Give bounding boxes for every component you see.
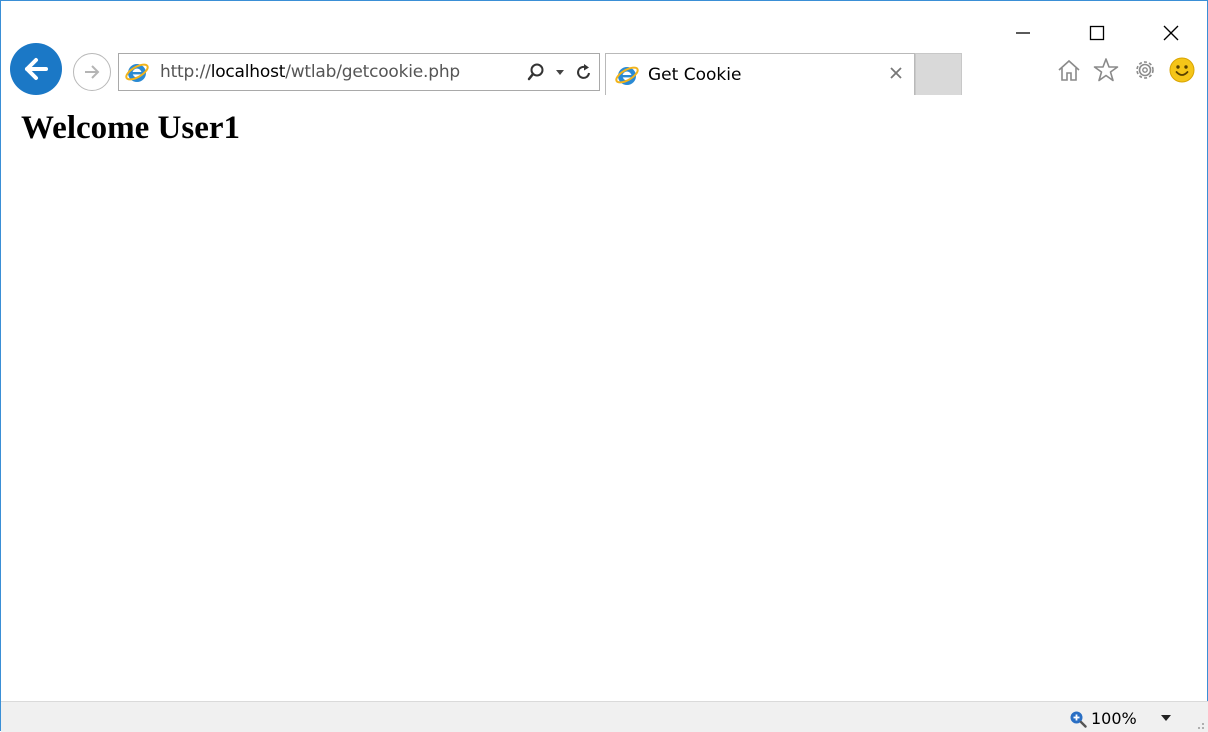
tab-title: Get Cookie xyxy=(648,64,742,85)
url-path: /wtlab/getcookie.php xyxy=(285,62,461,82)
minimize-icon xyxy=(1016,32,1030,34)
settings-gear-icon xyxy=(1136,61,1154,79)
dropdown-icon[interactable] xyxy=(555,67,565,77)
tab-get-cookie[interactable]: Get Cookie xyxy=(605,53,915,95)
url-host: localhost xyxy=(210,62,286,82)
search-icon[interactable] xyxy=(527,62,545,82)
close-tab-button[interactable] xyxy=(886,63,906,83)
new-tab-button[interactable] xyxy=(915,53,962,95)
favorites-star-icon xyxy=(1093,58,1119,82)
maximize-button[interactable] xyxy=(1077,15,1117,51)
forward-arrow-icon xyxy=(85,65,100,79)
maximize-icon xyxy=(1089,25,1105,41)
home-button[interactable] xyxy=(1054,55,1084,85)
back-button[interactable] xyxy=(10,43,62,95)
page-content: Welcome User1 xyxy=(2,96,1207,701)
close-tab-icon xyxy=(890,67,902,79)
close-window-button[interactable] xyxy=(1151,15,1191,51)
ie-logo-icon xyxy=(125,63,149,82)
ie-logo-icon xyxy=(615,66,639,85)
feedback-button[interactable] xyxy=(1167,55,1197,85)
zoom-dropdown-icon[interactable] xyxy=(1159,713,1173,723)
address-bar[interactable]: http://localhost/wtlab/getcookie.php xyxy=(118,53,600,91)
settings-button[interactable] xyxy=(1130,55,1160,85)
zoom-level: 100% xyxy=(1091,709,1137,728)
zoom-icon xyxy=(1070,711,1087,728)
close-icon xyxy=(1163,25,1179,41)
url-scheme: http:// xyxy=(160,62,211,82)
forward-button[interactable] xyxy=(73,53,111,91)
refresh-icon[interactable] xyxy=(575,62,593,82)
minimize-button[interactable] xyxy=(1003,15,1043,51)
feedback-smiley-icon xyxy=(1169,57,1195,83)
status-bar: 100% xyxy=(1,701,1208,732)
resize-grip-icon[interactable] xyxy=(1193,718,1205,730)
url-text[interactable]: http://localhost/wtlab/getcookie.php xyxy=(160,62,460,82)
zoom-control[interactable]: 100% xyxy=(1069,709,1137,728)
browser-window: http://localhost/wtlab/getcookie.php Get… xyxy=(0,0,1208,732)
address-tools xyxy=(527,54,593,90)
page-heading: Welcome User1 xyxy=(21,110,240,146)
back-arrow-icon xyxy=(25,58,48,80)
home-icon xyxy=(1058,59,1080,81)
favorites-button[interactable] xyxy=(1091,55,1121,85)
